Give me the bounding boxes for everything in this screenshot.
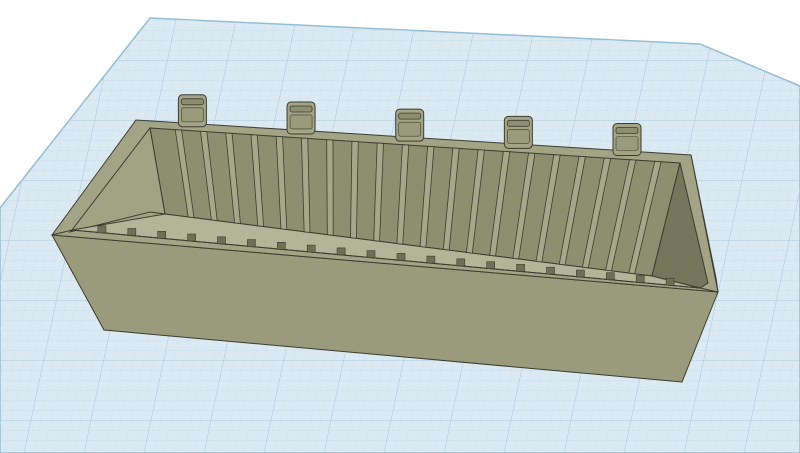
slot-tooth — [605, 272, 615, 281]
clip-ridge — [289, 105, 313, 113]
slot-tooth — [396, 253, 406, 261]
slot-tooth — [276, 242, 286, 250]
clip-face — [289, 114, 313, 130]
slot-tooth — [426, 255, 436, 264]
slot-tooth — [486, 261, 496, 270]
slot-tooth — [635, 275, 645, 283]
slot-rib — [326, 139, 334, 236]
clip-ridge — [180, 98, 204, 106]
clip — [286, 101, 316, 135]
slot-tooth — [217, 236, 226, 245]
clip — [177, 94, 207, 128]
slot-tooth — [366, 250, 376, 258]
slot-tooth — [127, 228, 137, 236]
slot-tooth — [336, 247, 346, 256]
clip-ridge — [506, 119, 530, 127]
slot-tooth — [157, 231, 166, 239]
clip — [612, 123, 642, 156]
slot-tooth — [306, 244, 316, 253]
slot-tooth — [576, 269, 585, 278]
clip-ridge — [398, 112, 422, 120]
slot-tooth — [516, 264, 525, 272]
clip-ridge — [615, 127, 639, 134]
slot-tooth — [456, 258, 466, 267]
3d-scene[interactable] — [0, 0, 800, 453]
slot-tooth — [187, 233, 196, 242]
slot-tooth — [247, 239, 256, 247]
clip-face — [398, 121, 422, 137]
3d-viewport[interactable] — [0, 0, 800, 453]
clip — [395, 108, 425, 142]
slot-tooth — [546, 266, 555, 275]
clip-face — [507, 129, 530, 144]
slot-tooth — [665, 277, 675, 286]
clip — [503, 115, 533, 149]
clip-face — [181, 107, 204, 123]
slot-tooth — [97, 225, 107, 234]
clip-face — [615, 136, 639, 151]
